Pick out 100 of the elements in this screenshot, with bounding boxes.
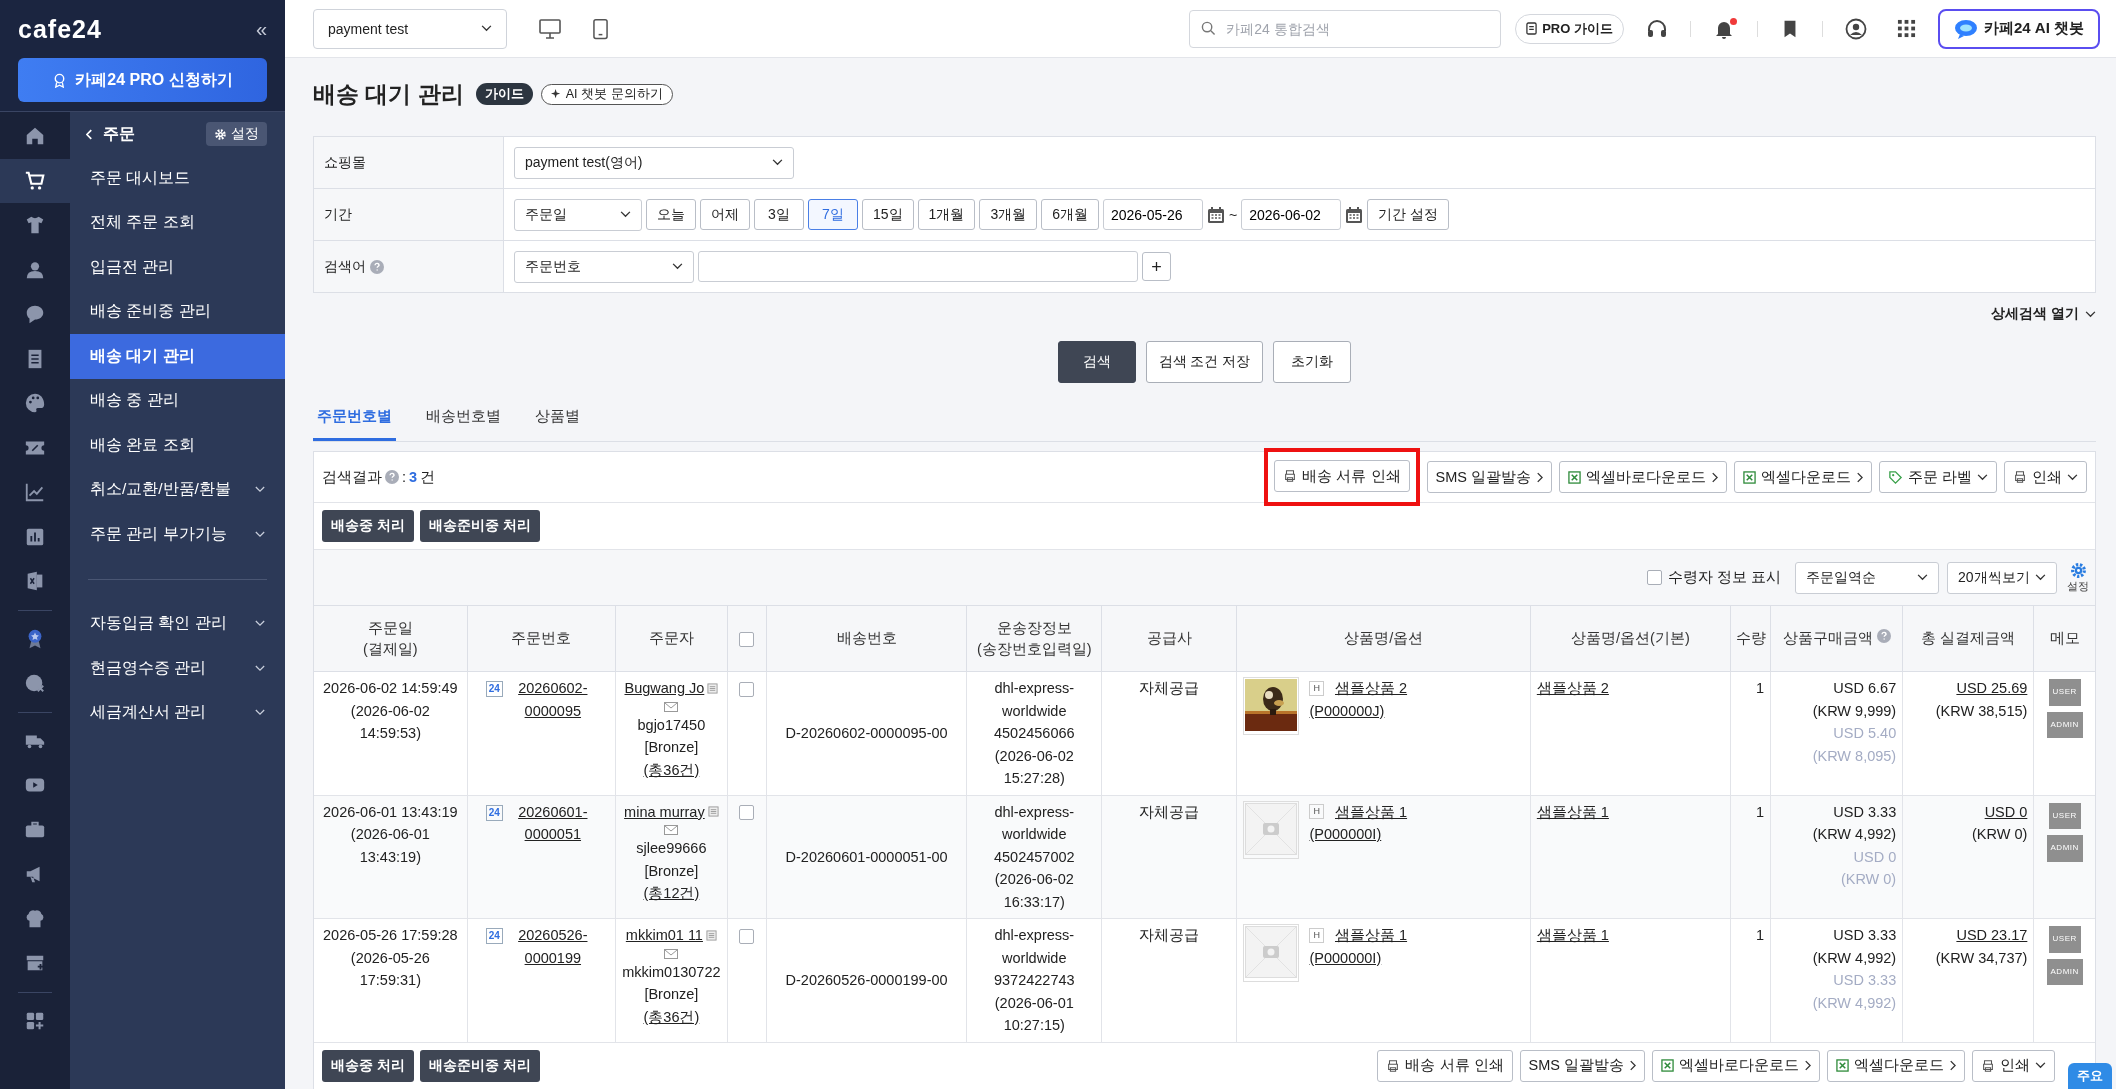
search-action-button[interactable]: 초기화 (1273, 341, 1352, 383)
search-action-button[interactable]: 검색 조건 저장 (1145, 341, 1264, 383)
link-button[interactable]: SMS 일괄발송 (1426, 461, 1552, 493)
menu-item[interactable]: 취소/교환/반품/환불 (70, 467, 285, 512)
period-button[interactable]: 3일 (754, 199, 804, 230)
date-type-select[interactable]: 주문일 (514, 198, 642, 231)
settings-button[interactable]: 설정 (206, 122, 267, 146)
account-icon[interactable] (1844, 17, 1867, 40)
product-link[interactable]: 샘플상품 2 (1335, 677, 1408, 700)
menu-item[interactable]: 주문 관리 부가기능 (70, 512, 285, 557)
toolbar-button[interactable]: 배송 서류 인쇄 (1377, 1049, 1513, 1082)
apps-grid-icon[interactable] (1896, 19, 1916, 38)
quick-menu-button[interactable]: 주요 (2068, 1063, 2112, 1089)
period-button[interactable]: 1개월 (917, 199, 976, 230)
customer-link[interactable]: mina murray (624, 800, 705, 823)
menu-item[interactable]: 세금계산서 관리 (70, 690, 285, 735)
back-link[interactable]: 주문 (86, 123, 135, 145)
keyword-type-select[interactable]: 주문번호 (514, 250, 694, 283)
toolbar-button[interactable]: 인쇄 (1972, 1049, 2055, 1082)
product-code-link[interactable]: (P000000J) (1309, 699, 1385, 722)
menu-item[interactable]: 자동입금 확인 관리 (70, 601, 285, 646)
pro-signup-button[interactable]: 카페24 PRO 신청하기 (18, 58, 267, 102)
toolbar-button[interactable]: 인쇄 (2004, 461, 2087, 493)
product-link[interactable]: 샘플상품 1 (1536, 803, 1609, 820)
order-number-link[interactable]: 20260601-0000051 (508, 800, 597, 846)
date-field[interactable]: 2026-05-26 (1102, 199, 1203, 230)
tab[interactable]: 주문번호별 (313, 395, 396, 441)
collapse-button[interactable]: « (255, 17, 267, 41)
period-button[interactable]: 6개월 (1041, 199, 1099, 230)
menu-item[interactable]: 배송 대기 관리 (70, 334, 285, 379)
period-button[interactable]: 7일 (808, 199, 858, 230)
link-button[interactable]: 엑셀바로다운로드 (1558, 461, 1727, 493)
bulk-action-button[interactable]: 배송중 처리 (322, 1049, 414, 1082)
mail-icon[interactable] (664, 825, 679, 835)
tab[interactable]: 배송번호별 (422, 395, 505, 441)
product-link[interactable]: 샘플상품 2 (1536, 680, 1609, 696)
link-button[interactable]: 엑셀다운로드 (1827, 1049, 1965, 1082)
bulk-action-button[interactable]: 배송준비중 처리 (419, 510, 540, 542)
customer-link[interactable]: mkkim01 11 (625, 924, 703, 947)
period-button[interactable]: 15일 (862, 199, 914, 230)
link-button[interactable]: 엑셀바로다운로드 (1652, 1049, 1820, 1082)
settings-button[interactable]: 설정 (2065, 561, 2091, 594)
period-button[interactable]: 3개월 (979, 199, 1038, 230)
bulk-action-button[interactable]: 배송준비중 처리 (419, 1049, 540, 1082)
period-button[interactable]: 어제 (700, 199, 750, 230)
guide-badge[interactable]: 가이드 (475, 83, 533, 105)
shop-select[interactable]: payment test(영어) (514, 146, 794, 179)
total-amount-link[interactable]: USD 0 (1984, 803, 2028, 820)
bulk-action-button[interactable]: 배송중 처리 (322, 510, 414, 542)
detail-search-toggle[interactable]: 상세검색 열기 (1991, 305, 2096, 323)
search-field[interactable]: 카페24 통합검색 (1189, 9, 1502, 48)
memo-icon[interactable] (707, 682, 719, 694)
order-count-link[interactable]: (총12건) (643, 885, 700, 901)
order-count-link[interactable]: (총36건) (643, 761, 700, 778)
calendar-icon[interactable] (1345, 205, 1364, 224)
product-link[interactable]: 샘플상품 1 (1335, 800, 1408, 823)
memo-icon[interactable] (705, 929, 717, 941)
monitor-icon[interactable] (539, 18, 561, 39)
product-code-link[interactable]: (P000000I) (1309, 946, 1382, 969)
menu-item[interactable]: 주문 대시보드 (70, 156, 285, 201)
menu-item[interactable]: 배송 완료 조회 (70, 423, 285, 468)
row-checkbox[interactable] (739, 681, 755, 697)
period-settings-button[interactable]: 기간 설정 (1367, 199, 1450, 230)
order-number-link[interactable]: 20260602-0000095 (508, 677, 597, 722)
ai-inquiry-chip[interactable]: AI 챗봇 문의하기 (540, 83, 673, 105)
date-field[interactable]: 2026-06-02 (1241, 199, 1342, 230)
menu-item[interactable]: 배송 준비중 관리 (70, 289, 285, 334)
guide-button[interactable]: PRO 가이드 (1515, 13, 1624, 44)
menu-item[interactable]: 입금전 관리 (70, 245, 285, 290)
headset-icon[interactable] (1645, 17, 1668, 40)
order-number-link[interactable]: 20260526-0000199 (508, 924, 597, 969)
row-checkbox[interactable] (739, 928, 755, 944)
link-button[interactable]: SMS 일괄발송 (1519, 1049, 1645, 1082)
product-code-link[interactable]: (P000000I) (1309, 823, 1382, 846)
row-checkbox[interactable] (739, 805, 755, 821)
rail-item[interactable] (0, 158, 70, 203)
product-link[interactable]: 샘플상품 1 (1335, 924, 1408, 947)
search-action-button[interactable]: 검색 (1057, 341, 1136, 383)
customer-link[interactable]: Bugwang Jo (624, 677, 705, 700)
link-button[interactable]: 엑셀다운로드 (1733, 461, 1872, 493)
menu-item[interactable]: 현금영수증 관리 (70, 646, 285, 691)
keyword-field[interactable] (698, 251, 1138, 282)
shop-select[interactable]: payment test (313, 8, 507, 49)
logo[interactable]: cafe24 (18, 14, 102, 44)
mail-icon[interactable] (664, 701, 679, 712)
period-button[interactable]: 오늘 (646, 199, 696, 230)
ai-chatbot-button[interactable]: 카페24 AI 챗봇 (1937, 8, 2100, 49)
total-amount-link[interactable]: USD 23.17 (1956, 927, 2028, 943)
product-link[interactable]: 샘플상품 1 (1536, 927, 1609, 943)
order-count-link[interactable]: (총36건) (643, 1008, 700, 1025)
toolbar-button[interactable]: 주문 라벨 (1878, 461, 1997, 493)
page-size-select[interactable]: 20개씩보기 (1947, 561, 2057, 594)
add-button[interactable]: + (1142, 252, 1171, 281)
mobile-icon[interactable] (593, 17, 608, 40)
tab[interactable]: 상품별 (531, 395, 584, 441)
calendar-icon[interactable] (1206, 205, 1225, 224)
toolbar-button[interactable]: 배송 서류 인쇄 (1274, 460, 1410, 492)
menu-item[interactable]: 전체 주문 조회 (70, 200, 285, 245)
checkbox[interactable] (1646, 570, 1662, 585)
total-amount-link[interactable]: USD 25.69 (1956, 680, 2028, 696)
